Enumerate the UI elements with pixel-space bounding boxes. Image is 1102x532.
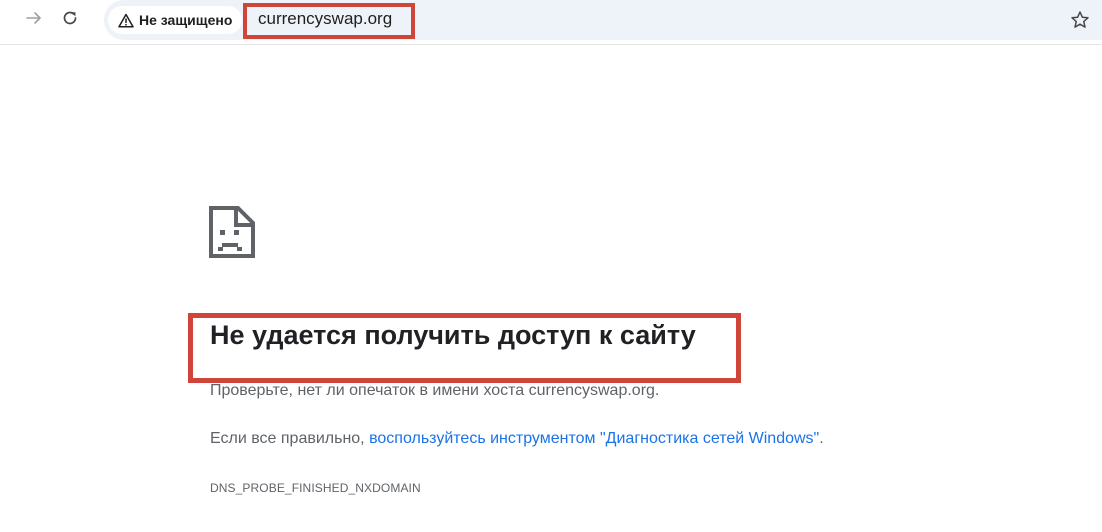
browser-toolbar: Не защищено currencyswap.org [0, 0, 1102, 45]
bookmark-button[interactable] [1066, 6, 1094, 34]
url-text[interactable]: currencyswap.org [258, 9, 392, 29]
forward-button[interactable] [20, 4, 48, 32]
security-indicator[interactable]: Не защищено [108, 6, 243, 34]
network-diagnostics-link[interactable]: воспользуйтесь инструментом "Диагностика… [369, 430, 819, 447]
diagnostics-suggestion: Если все правильно, воспользуйтесь инстр… [210, 430, 824, 448]
suggestion-suffix: . [819, 430, 824, 447]
error-title: Не удается получить доступ к сайту [210, 320, 696, 350]
reload-icon [63, 11, 77, 25]
suggestion-prefix: Если все правильно, [210, 430, 370, 447]
address-bar[interactable]: Не защищено currencyswap.org [104, 0, 1102, 40]
warning-triangle-icon [118, 13, 134, 28]
reload-button[interactable] [56, 4, 84, 32]
sad-page-icon [209, 206, 255, 258]
security-label: Не защищено [139, 12, 233, 28]
star-outline-icon [1071, 11, 1089, 28]
hostname-check-text: Проверьте, нет ли опечаток в имени хоста… [210, 382, 660, 399]
error-code: DNS_PROBE_FINISHED_NXDOMAIN [210, 481, 421, 495]
arrow-right-icon [26, 12, 41, 24]
